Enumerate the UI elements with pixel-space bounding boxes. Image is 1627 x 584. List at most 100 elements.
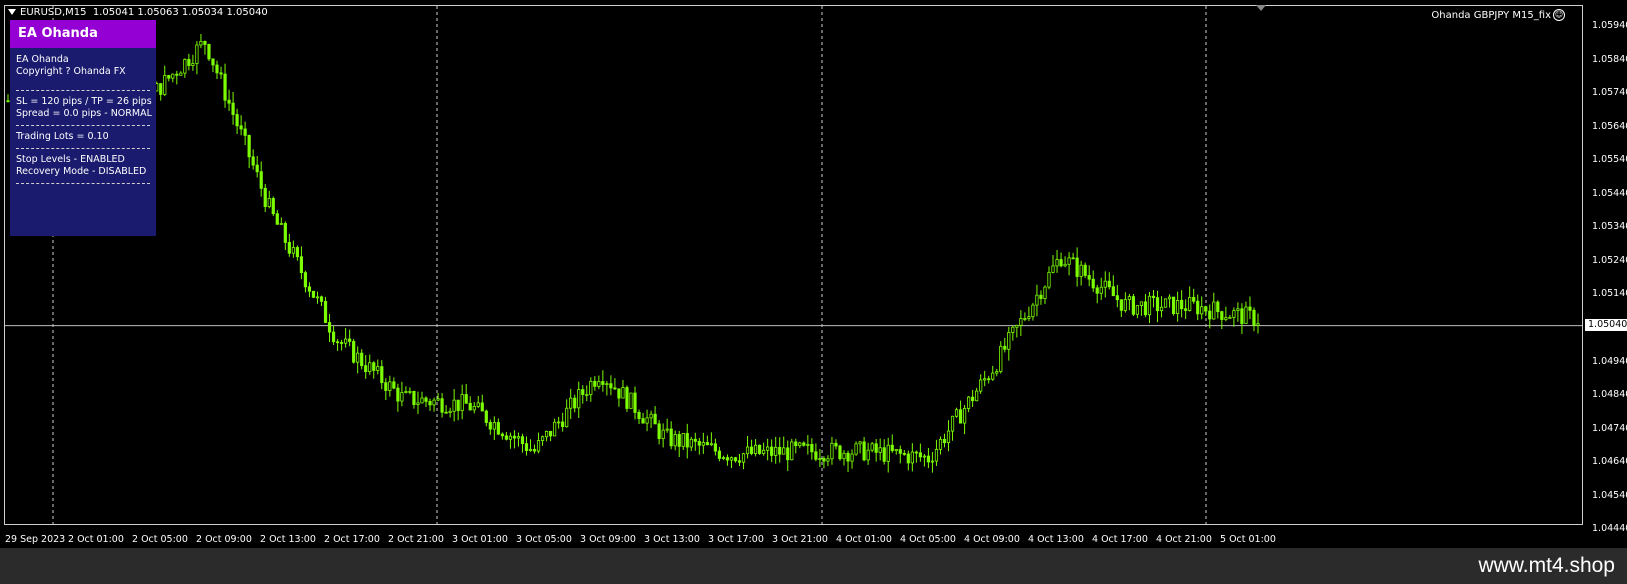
candle — [271, 196, 275, 217]
candle-body — [1123, 299, 1127, 311]
candle-body — [488, 422, 492, 430]
candle — [822, 456, 826, 469]
time-tick: 4 Oct 13:00 — [1028, 534, 1084, 545]
candle — [1087, 265, 1091, 287]
time-tick: 3 Oct 01:00 — [452, 534, 508, 545]
candle — [400, 381, 404, 407]
panel-divider — [16, 90, 150, 91]
candle-body — [753, 444, 758, 454]
candle — [601, 370, 605, 392]
candle-body — [1007, 332, 1011, 350]
candle-body — [1127, 296, 1131, 301]
candle — [255, 156, 259, 178]
candle-body — [223, 73, 227, 101]
candle — [946, 420, 951, 452]
time-tick: 2 Oct 21:00 — [388, 534, 444, 545]
candle-body — [733, 457, 738, 462]
candle — [315, 291, 320, 304]
candle-body — [605, 383, 609, 386]
candle — [846, 450, 850, 473]
candle-body — [1232, 310, 1236, 318]
candle — [283, 221, 287, 251]
candle-body — [159, 83, 163, 95]
candle-body — [585, 394, 589, 396]
candle-body — [331, 331, 336, 343]
candle-body — [1171, 296, 1176, 315]
ea-info-panel: EA Ohanda EA Ohanda Copyright ? Ohanda F… — [10, 20, 156, 236]
candle — [1103, 271, 1107, 298]
candle — [958, 400, 963, 424]
candle-body — [822, 458, 826, 462]
candle — [979, 374, 983, 394]
candle — [516, 432, 521, 447]
ohlc-values: 1.05041 1.05063 1.05034 1.05040 — [92, 7, 268, 18]
menu-triangle-icon[interactable] — [8, 9, 16, 15]
candle — [910, 443, 914, 472]
candle — [1220, 310, 1224, 330]
candle-body — [553, 421, 557, 437]
time-tick: 4 Oct 05:00 — [900, 534, 956, 545]
candle — [830, 436, 834, 465]
candle — [890, 434, 894, 453]
panel-stop-levels: Stop Levels - ENABLED — [16, 154, 125, 165]
candle — [774, 436, 778, 464]
candle — [685, 423, 689, 459]
candle-body — [886, 444, 890, 462]
candle — [520, 433, 525, 453]
candle — [175, 70, 179, 85]
candle-body — [850, 453, 854, 462]
candle-body — [251, 156, 255, 166]
candle — [1244, 301, 1248, 324]
candle-body — [299, 256, 304, 273]
candle — [235, 108, 239, 134]
candle-body — [878, 447, 882, 453]
candle-body — [657, 423, 661, 439]
candle — [605, 380, 609, 396]
symbol-label: EURUSD,M15 — [20, 7, 87, 18]
candle — [179, 71, 183, 76]
candle — [440, 393, 444, 418]
candle — [557, 416, 561, 429]
candle — [307, 282, 312, 298]
candle — [1011, 325, 1015, 341]
candle — [392, 377, 396, 390]
candle — [862, 437, 866, 462]
candle — [239, 115, 243, 136]
candle-body — [500, 433, 504, 437]
candle-body — [448, 410, 452, 413]
candle-body — [476, 402, 480, 407]
candle — [263, 184, 267, 212]
candle — [938, 436, 943, 455]
candle-body — [641, 418, 645, 424]
candle-body — [1228, 316, 1232, 319]
chart-window[interactable]: EURUSD,M15 1.05041 1.05063 1.05034 1.050… — [0, 0, 1627, 548]
candle — [926, 447, 931, 469]
candle-body — [774, 446, 778, 456]
candle-body — [392, 381, 396, 389]
candle-body — [609, 383, 613, 389]
candle-body — [577, 389, 581, 409]
candle — [1139, 301, 1144, 316]
shift-marker-icon[interactable] — [1256, 5, 1266, 11]
candle — [500, 432, 504, 440]
time-tick: 2 Oct 01:00 — [68, 534, 124, 545]
candle — [749, 439, 754, 456]
candle-body — [1204, 306, 1208, 312]
candle — [585, 385, 589, 402]
candle-body — [227, 99, 231, 104]
candle — [842, 450, 846, 466]
candle-body — [424, 397, 428, 402]
candle-body — [460, 394, 464, 411]
price-tick: 1.05140 — [1592, 288, 1627, 299]
candle-body — [669, 428, 673, 447]
price-chart[interactable] — [0, 0, 1627, 548]
candle-body — [472, 405, 476, 411]
candle — [729, 456, 734, 469]
candle-body — [315, 296, 320, 299]
candle-body — [412, 390, 416, 405]
candle — [882, 439, 886, 465]
candle-body — [468, 402, 472, 411]
candle — [782, 436, 786, 455]
candle — [766, 438, 770, 461]
candle — [794, 438, 798, 454]
